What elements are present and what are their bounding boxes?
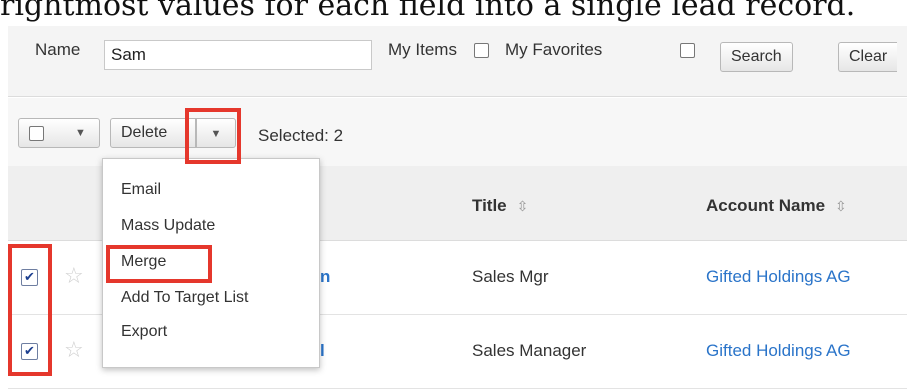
sort-icon[interactable]: ⇳	[517, 198, 529, 214]
row-name-link[interactable]: l	[320, 341, 325, 361]
select-all-checkbox[interactable]	[29, 126, 44, 141]
column-header-title[interactable]: Title ⇳	[472, 196, 528, 216]
chevron-down-icon[interactable]: ▼	[75, 119, 86, 147]
sort-icon[interactable]: ⇳	[835, 198, 847, 214]
instruction-caption: rightmost values for each field into a s…	[0, 0, 856, 23]
menu-item-add-to-target-list[interactable]: Add To Target List	[121, 289, 249, 307]
star-icon[interactable]: ☆	[64, 263, 84, 289]
my-items-label: My Items	[388, 40, 457, 59]
my-favorites-checkbox[interactable]	[680, 43, 695, 58]
row-title: Sales Manager	[472, 341, 587, 360]
my-favorites-label: My Favorites	[505, 40, 603, 59]
menu-item-export[interactable]: Export	[121, 323, 167, 341]
highlight-dropdown-button	[185, 108, 241, 164]
select-all-dropdown[interactable]: ▼	[18, 118, 100, 148]
row-account-link[interactable]: Gifted Holdings AG	[706, 267, 851, 287]
column-title-label: Title	[472, 196, 507, 215]
highlight-row-checkboxes	[8, 244, 52, 376]
delete-button[interactable]: Delete	[110, 118, 196, 148]
column-account-label: Account Name	[706, 196, 826, 215]
star-icon[interactable]: ☆	[64, 337, 84, 363]
column-header-account-name[interactable]: Account Name ⇳	[706, 196, 847, 216]
list-toolbar: ▼ Delete ▼ Selected: 2	[8, 98, 907, 167]
name-search-input[interactable]	[104, 40, 372, 70]
menu-item-mass-update[interactable]: Mass Update	[121, 217, 215, 235]
name-label: Name	[35, 40, 81, 59]
search-button[interactable]: Search	[720, 42, 793, 72]
filter-bar: Name My Items My Favorites Search Clear	[8, 26, 907, 97]
menu-item-email[interactable]: Email	[121, 181, 161, 199]
row-account-link[interactable]: Gifted Holdings AG	[706, 341, 851, 361]
row-title: Sales Mgr	[472, 267, 549, 286]
highlight-merge-item	[106, 245, 212, 283]
selected-count: Selected: 2	[258, 126, 344, 145]
row-name-link[interactable]: n	[320, 267, 330, 287]
clear-button[interactable]: Clear	[838, 42, 898, 72]
my-items-checkbox[interactable]	[474, 43, 489, 58]
